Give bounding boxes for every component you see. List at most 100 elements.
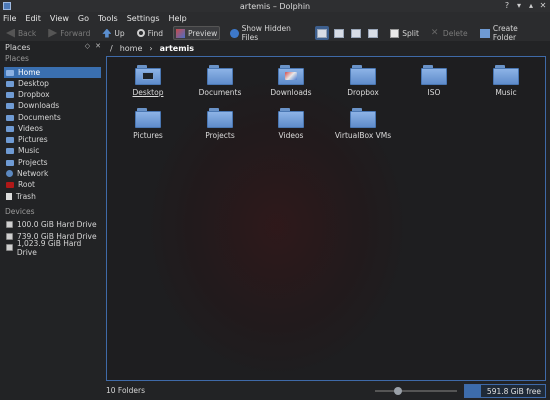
up-button[interactable]: Up	[100, 26, 126, 40]
sidebar-item-projects[interactable]: Projects	[4, 157, 101, 168]
up-label: Up	[114, 28, 125, 38]
file-item-virtualbox-vms[interactable]: VirtualBox VMs	[328, 104, 398, 142]
file-item-videos[interactable]: Videos	[256, 104, 326, 142]
sidebar-item-label: Root	[18, 180, 35, 189]
menu-view[interactable]: View	[50, 14, 69, 23]
breadcrumb-root[interactable]: /	[110, 44, 113, 53]
dolphin-app-icon[interactable]	[3, 2, 11, 10]
file-item-dropbox[interactable]: Dropbox	[328, 61, 398, 99]
minimize-button[interactable]: ▾	[514, 1, 524, 11]
split-button[interactable]: Split	[388, 26, 421, 40]
file-item-label: ISO	[427, 88, 441, 97]
folder-icon	[350, 108, 376, 128]
sidebar-item-desktop[interactable]: Desktop	[4, 78, 101, 89]
back-button[interactable]: Back	[4, 26, 38, 40]
create-folder-label: Create Folder	[492, 24, 518, 42]
columns-view-button[interactable]	[366, 26, 380, 40]
sidebar-item-label: Music	[18, 146, 40, 155]
sidebar-item-videos[interactable]: Videos	[4, 123, 101, 134]
hard-drive-icon	[6, 244, 13, 251]
compact-view-button[interactable]	[332, 26, 346, 40]
menu-settings[interactable]: Settings	[127, 14, 160, 23]
sidebar-item-label: Home	[18, 68, 41, 77]
split-view-icon	[390, 28, 400, 38]
file-item-label: Projects	[205, 131, 235, 140]
sidebar-item-label: Documents	[18, 113, 61, 122]
window-titlebar: artemis – Dolphin ? ▾ ▴ ✕	[0, 0, 550, 12]
folder-icon	[207, 108, 233, 128]
sidebar-item-pictures[interactable]: Pictures	[4, 134, 101, 145]
sidebar-item-music[interactable]: Music	[4, 145, 101, 156]
close-panel-icon[interactable]: ✕	[95, 42, 101, 50]
folder-icon	[6, 136, 14, 143]
free-space-text: 591.8 GiB free	[486, 387, 541, 396]
main-toolbar: Back Forward Up Find Preview Show Hidden…	[0, 24, 550, 42]
menu-help[interactable]: Help	[169, 14, 187, 23]
icons-view-icon	[317, 28, 328, 38]
find-button[interactable]: Find	[135, 26, 165, 40]
folder-icon	[278, 65, 304, 85]
space-used-fill	[465, 385, 481, 397]
delete-button[interactable]: ✕ Delete	[429, 26, 470, 40]
menu-file[interactable]: File	[3, 14, 16, 23]
hard-drive-icon	[6, 221, 13, 228]
sidebar-item-documents[interactable]: Documents	[4, 112, 101, 123]
zoom-slider[interactable]	[375, 387, 457, 395]
sidebar-item-label: Trash	[16, 192, 36, 201]
file-item-desktop[interactable]: Desktop	[113, 61, 183, 99]
file-item-music[interactable]: Music	[471, 61, 541, 99]
details-view-button[interactable]	[349, 26, 363, 40]
space-info-bar[interactable]: 591.8 GiB free	[464, 384, 546, 398]
file-item-projects[interactable]: Projects	[185, 104, 255, 142]
file-item-downloads[interactable]: Downloads	[256, 61, 326, 99]
places-panel-title: Places	[5, 42, 31, 52]
breadcrumb-home[interactable]: home	[120, 44, 143, 53]
file-item-label: Pictures	[133, 131, 163, 140]
help-window-button[interactable]: ?	[502, 1, 512, 11]
folder-icon	[6, 147, 14, 154]
sidebar-item-drive-1[interactable]: 100.0 GiB Hard Drive	[4, 219, 101, 230]
zoom-slider-handle[interactable]	[393, 387, 402, 395]
sidebar-item-trash[interactable]: Trash	[4, 191, 101, 202]
show-hidden-files-button[interactable]: Show Hidden Files	[228, 24, 307, 42]
forward-button[interactable]: Forward	[46, 26, 92, 40]
file-item-label: Dropbox	[347, 88, 379, 97]
sidebar-item-drive-3[interactable]: 1,023.9 GiB Hard Drive	[4, 239, 101, 257]
sidebar-item-network[interactable]: Network	[4, 168, 101, 179]
create-folder-button[interactable]: Create Folder	[478, 24, 542, 42]
delete-icon: ✕	[430, 27, 439, 38]
downloads-badge-icon	[285, 72, 297, 80]
sidebar-item-home[interactable]: Home	[4, 67, 101, 78]
details-view-icon	[351, 28, 362, 38]
folder-icon	[6, 91, 14, 98]
places-panel-header: Places ◇ ✕	[0, 41, 104, 53]
sidebar-item-label: Projects	[18, 158, 48, 167]
devices-section-title: Devices	[5, 207, 35, 216]
places-panel: Places Home Desktop Dropbox Downloads Do…	[0, 53, 104, 383]
file-item-label: Music	[495, 88, 517, 97]
file-item-documents[interactable]: Documents	[185, 61, 255, 99]
close-button[interactable]: ✕	[538, 1, 548, 11]
folder-icon	[6, 102, 14, 109]
sidebar-item-root[interactable]: Root	[4, 179, 101, 190]
menu-edit[interactable]: Edit	[25, 14, 41, 23]
window-title: artemis – Dolphin	[239, 1, 311, 11]
file-view[interactable]: Desktop Documents Downloads Dropbox ISO …	[106, 56, 546, 381]
sidebar-item-downloads[interactable]: Downloads	[4, 100, 101, 111]
maximize-button[interactable]: ▴	[526, 1, 536, 11]
sidebar-item-label: 1,023.9 GiB Hard Drive	[16, 238, 82, 257]
sidebar-item-dropbox[interactable]: Dropbox	[4, 89, 101, 100]
menu-go[interactable]: Go	[78, 14, 89, 23]
search-icon	[136, 29, 145, 37]
float-panel-icon[interactable]: ◇	[85, 42, 90, 50]
icons-view-button[interactable]	[315, 26, 330, 40]
breadcrumb-current[interactable]: artemis	[160, 44, 194, 53]
file-item-iso[interactable]: ISO	[399, 61, 469, 99]
preview-button[interactable]: Preview	[173, 26, 221, 40]
arrow-left-icon	[6, 28, 15, 38]
root-folder-icon	[6, 181, 14, 188]
folder-icon	[6, 159, 14, 166]
file-item-pictures[interactable]: Pictures	[113, 104, 183, 142]
sidebar-item-label: Dropbox	[18, 90, 50, 99]
menu-tools[interactable]: Tools	[98, 14, 118, 23]
